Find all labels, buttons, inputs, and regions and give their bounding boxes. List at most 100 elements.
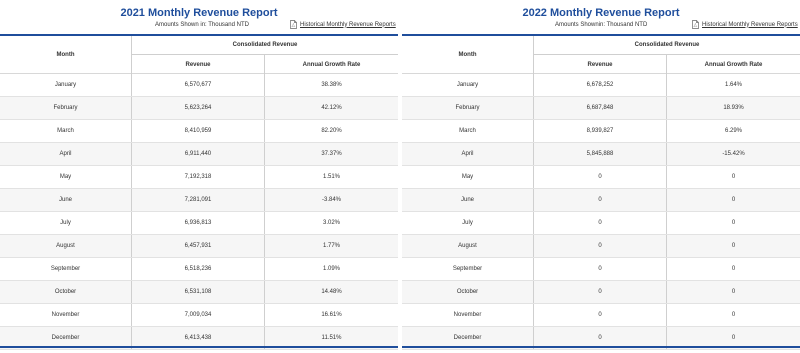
table-row: May 0 0 [402,166,800,189]
table-body: January 6,570,677 38.38% February 5,623,… [0,74,398,350]
growth-rate-column-header: Annual Growth Rate [302,61,361,68]
historical-reports-link-label: Historical Monthly Revenue Reports [702,21,798,28]
report-panel-left: 2021 Monthly Revenue Report Amounts Show… [0,0,398,353]
month-cell: February [0,97,132,119]
pdf-file-icon [692,20,699,29]
historical-reports-link-label: Historical Monthly Revenue Reports [300,21,396,28]
revenue-cell: 0 [534,166,667,188]
revenue-cell: 8,410,959 [132,120,265,142]
table-row: October 6,531,108 14.48% [0,281,398,304]
amounts-note: Amounts Shownin: Thousand NTD [555,22,648,28]
table-row: August 6,457,931 1.77% [0,235,398,258]
table-row: March 8,939,827 6.29% [402,120,800,143]
table-row: October 0 0 [402,281,800,304]
consolidated-revenue-header: Consolidated Revenue [534,36,800,55]
revenue-cell: 0 [534,235,667,257]
month-cell: April [402,143,534,165]
growth-rate-cell: 82.20% [321,128,342,134]
table-row: November 0 0 [402,304,800,327]
growth-rate-cell: 16.61% [321,312,342,318]
growth-rate-cell: 42.12% [321,105,342,111]
growth-rate-cell: 1.09% [322,266,340,272]
month-cell: September [0,258,132,280]
month-cell: February [402,97,534,119]
revenue-cell: 0 [534,212,667,234]
report-subheader: Amounts Shown in: Thousand NTD Historica… [0,20,398,32]
growth-rate-cell: -15.42% [722,151,745,157]
revenue-cell: 7,281,091 [132,189,265,211]
month-cell: January [402,74,534,96]
month-column-header: Month [0,36,132,74]
historical-reports-link[interactable]: Historical Monthly Revenue Reports [290,20,396,29]
revenue-cell: 5,623,264 [132,97,265,119]
table-header: Month Consolidated Revenue Revenue Annua… [0,36,398,74]
table-row: May 7,192,318 1.51% [0,166,398,189]
revenue-column-header: Revenue [534,55,667,74]
month-cell: January [0,74,132,96]
growth-rate-cell: 3.02% [322,220,340,226]
month-cell: June [402,189,534,211]
month-cell: July [0,212,132,234]
growth-rate-cell: 0 [731,197,736,203]
growth-rate-cell: 14.48% [321,289,342,295]
table-row: June 7,281,091 -3.84% [0,189,398,212]
month-column-header: Month [402,36,534,74]
month-cell: May [0,166,132,188]
report-subheader: Amounts Shownin: Thousand NTD Historical… [402,20,800,32]
growth-rate-cell: 0 [731,312,736,318]
table-row: March 8,410,959 82.20% [0,120,398,143]
month-cell: July [402,212,534,234]
growth-rate-cell: 38.38% [321,82,342,88]
growth-rate-cell: 0 [731,243,736,249]
table-row: August 0 0 [402,235,800,258]
month-cell: May [402,166,534,188]
revenue-cell: 0 [534,258,667,280]
revenue-cell: 8,939,827 [534,120,667,142]
table-bottom-rule [402,346,800,348]
revenue-cell: 0 [534,304,667,326]
revenue-cell: 6,570,677 [132,74,265,96]
table-row: February 6,687,848 18.93% [402,97,800,120]
table-row: November 7,009,034 16.61% [0,304,398,327]
table-row: July 0 0 [402,212,800,235]
month-cell: August [0,235,132,257]
growth-rate-cell: 0 [731,266,736,272]
revenue-cell: 6,678,252 [534,74,667,96]
report-title: 2021 Monthly Revenue Report [120,7,278,19]
table-row: February 5,623,264 42.12% [0,97,398,120]
growth-rate-cell: 1.51% [322,174,340,180]
revenue-cell: 0 [534,281,667,303]
revenue-cell: 6,911,440 [132,143,265,165]
month-cell: April [0,143,132,165]
growth-rate-cell: 37.37% [321,151,342,157]
report-panel-right: 2022 Monthly Revenue Report Amounts Show… [402,0,800,353]
amounts-note: Amounts Shown in: Thousand NTD [155,22,249,28]
growth-rate-cell: 1.77% [322,243,340,249]
table-row: April 6,911,440 37.37% [0,143,398,166]
revenue-cell: 6,457,931 [132,235,265,257]
revenue-cell: 0 [534,189,667,211]
consolidated-revenue-header: Consolidated Revenue [132,36,398,55]
growth-rate-cell: 6.29% [724,128,742,134]
growth-rate-cell: -3.84% [321,197,341,203]
month-cell: March [402,120,534,142]
table-body: January 6,678,252 1.64% February 6,687,8… [402,74,800,350]
revenue-cell: 7,192,318 [132,166,265,188]
revenue-cell: 6,531,108 [132,281,265,303]
revenue-cell: 7,009,034 [132,304,265,326]
month-cell: September [402,258,534,280]
growth-rate-cell: 0 [731,220,736,226]
month-cell: March [0,120,132,142]
table-row: September 6,518,236 1.09% [0,258,398,281]
report-title: 2022 Monthly Revenue Report [522,7,680,19]
month-cell: October [0,281,132,303]
table-row: June 0 0 [402,189,800,212]
growth-rate-cell: 0 [731,174,736,180]
month-cell: November [402,304,534,326]
growth-rate-cell: 1.64% [724,82,742,88]
revenue-cell: 5,845,888 [534,143,667,165]
month-cell: August [402,235,534,257]
historical-reports-link[interactable]: Historical Monthly Revenue Reports [692,20,798,29]
revenue-cell: 6,687,848 [534,97,667,119]
table-row: July 6,936,813 3.02% [0,212,398,235]
